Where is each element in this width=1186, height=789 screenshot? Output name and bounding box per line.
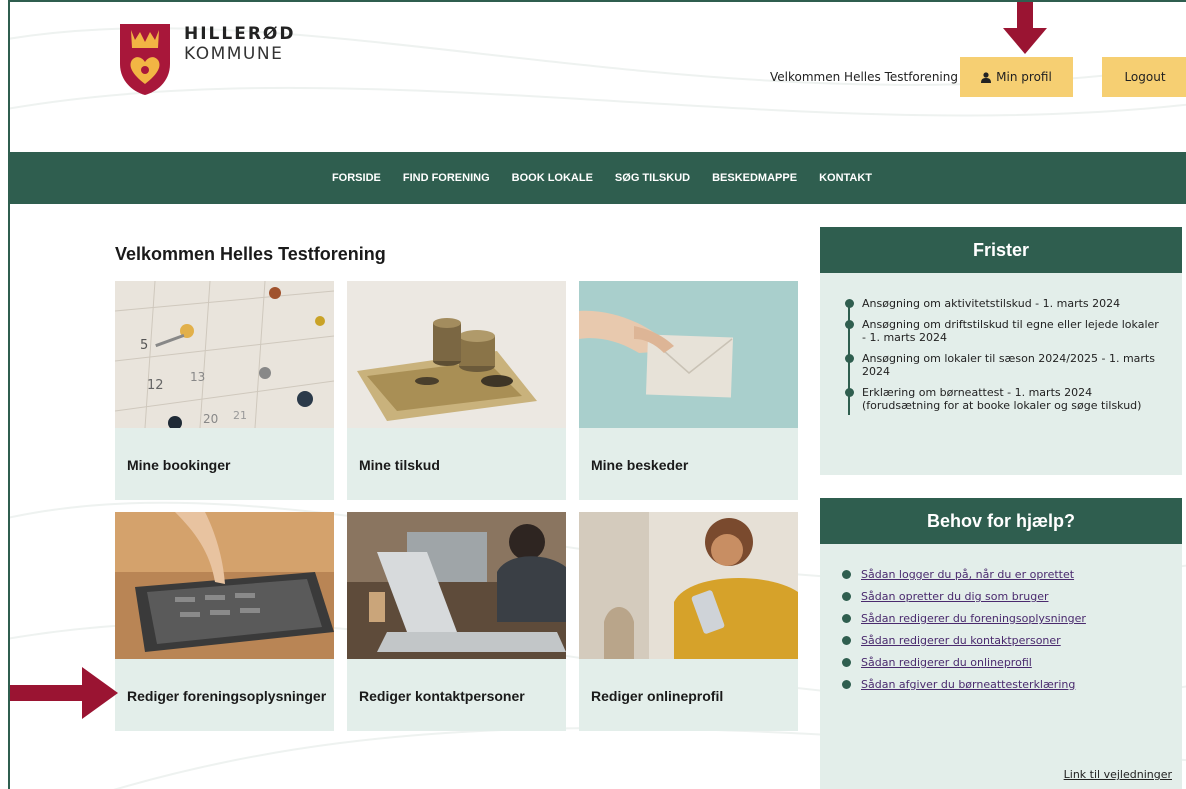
welcome-greeting: Velkommen Helles Testforening [770, 70, 958, 84]
calendar-pins-image: 5 12 13 20 21 [115, 281, 334, 428]
help-link-edit-contacts[interactable]: Sådan redigerer du kontaktpersoner [861, 634, 1061, 647]
help-list-item: Sådan redigerer du onlineprofil [842, 656, 1166, 669]
tile-label: Mine bookinger [127, 457, 231, 473]
crown-heart-shield-icon [120, 24, 170, 95]
bullet-icon [842, 636, 851, 645]
deadline-text: Erklæring om børneattest - 1. marts 2024… [862, 386, 1142, 412]
user-icon [981, 71, 992, 83]
svg-text:12: 12 [147, 378, 164, 393]
help-list-item: Sådan logger du på, når du er oprettet [842, 568, 1166, 581]
nav-item-soeg-tilskud[interactable]: SØG TILSKUD [604, 172, 701, 184]
nav-item-book-lokale[interactable]: BOOK LOKALE [501, 172, 604, 184]
help-list-item: Sådan redigerer du foreningsoplysninger [842, 612, 1166, 625]
help-link-child-certificate[interactable]: Sådan afgiver du børneattesterklæring [861, 678, 1075, 691]
help-list-item: Sådan opretter du dig som bruger [842, 590, 1166, 603]
help-links-list: Sådan logger du på, når du er oprettet S… [820, 544, 1182, 691]
help-link-edit-online-profile[interactable]: Sådan redigerer du onlineprofil [861, 656, 1032, 669]
help-link-login[interactable]: Sådan logger du på, når du er oprettet [861, 568, 1074, 581]
help-list-item: Sådan afgiver du børneattesterklæring [842, 678, 1166, 691]
hillerod-logo[interactable]: HILLERØD KOMMUNE [118, 22, 298, 98]
deadline-item: Ansøgning om lokaler til sæson 2024/2025… [845, 352, 1166, 378]
bullet-icon [842, 658, 851, 667]
coins-image [347, 281, 566, 428]
page-frame: HILLERØD KOMMUNE Velkommen Helles Testfo… [8, 0, 1186, 789]
logout-button[interactable]: Logout [1102, 57, 1186, 97]
timeline-dot-icon [845, 299, 854, 308]
deadline-item: Ansøgning om driftstilskud til egne elle… [845, 318, 1166, 344]
help-list-item: Sådan redigerer du kontaktpersoner [842, 634, 1166, 647]
arrow-right-indicator-icon [10, 667, 118, 719]
nav-item-find-forening[interactable]: FIND FORENING [392, 172, 501, 184]
tile-label: Mine tilskud [359, 457, 440, 473]
tile-mine-bookinger[interactable]: 5 12 13 20 21 Mine bookinger [115, 281, 334, 500]
my-profile-button[interactable]: Min profil [960, 57, 1073, 97]
deadlines-header: Frister [820, 227, 1182, 273]
tile-rediger-onlineprofil[interactable]: Rediger onlineprofil [579, 512, 798, 731]
tile-label: Mine beskeder [591, 457, 689, 473]
guides-link[interactable]: Link til vejledninger [1064, 768, 1172, 781]
my-profile-label: Min profil [996, 70, 1052, 84]
svg-text:20: 20 [203, 412, 218, 426]
timeline-dot-icon [845, 388, 854, 397]
deadline-text: Ansøgning om lokaler til sæson 2024/2025… [862, 352, 1155, 378]
laptop-image [347, 512, 566, 659]
envelope-image [579, 281, 798, 428]
page-title: Velkommen Helles Testforening [115, 244, 386, 264]
deadline-item: Erklæring om børneattest - 1. marts 2024… [845, 386, 1166, 412]
phone-person-image [579, 512, 798, 659]
main-navigation: FORSIDE FIND FORENING BOOK LOKALE SØG TI… [10, 152, 1186, 204]
bullet-icon [842, 680, 851, 689]
deadline-text: Ansøgning om aktivitetstilskud - 1. mart… [862, 297, 1121, 310]
logo-text-line2: KOMMUNE [184, 44, 284, 64]
logo-text-line1: HILLERØD [184, 24, 296, 44]
svg-text:5: 5 [140, 338, 148, 353]
help-header: Behov for hjælp? [820, 498, 1182, 544]
deadlines-list: Ansøgning om aktivitetstilskud - 1. mart… [820, 273, 1182, 415]
bullet-icon [842, 614, 851, 623]
help-link-create-user[interactable]: Sådan opretter du dig som bruger [861, 590, 1048, 603]
bullet-icon [842, 592, 851, 601]
help-link-edit-association[interactable]: Sådan redigerer du foreningsoplysninger [861, 612, 1086, 625]
arrow-down-indicator-icon [1003, 2, 1047, 54]
deadline-text: Ansøgning om driftstilskud til egne elle… [862, 318, 1159, 344]
tile-mine-beskeder[interactable]: Mine beskeder [579, 281, 798, 500]
deadline-item: Ansøgning om aktivitetstilskud - 1. mart… [845, 297, 1166, 310]
nav-item-kontakt[interactable]: KONTAKT [808, 172, 883, 184]
svg-text:21: 21 [233, 409, 247, 422]
tile-rediger-foreningsoplysninger[interactable]: Rediger foreningsoplysninger [115, 512, 334, 731]
nav-item-forside[interactable]: FORSIDE [321, 172, 392, 184]
timeline-dot-icon [845, 320, 854, 329]
tile-label: Rediger foreningsoplysninger [127, 688, 327, 704]
svg-text:13: 13 [190, 370, 205, 384]
help-panel: Behov for hjælp? Sådan logger du på, når… [820, 498, 1182, 789]
tile-mine-tilskud[interactable]: Mine tilskud [347, 281, 566, 500]
tile-rediger-kontaktpersoner[interactable]: Rediger kontaktpersoner [347, 512, 566, 731]
timeline-dot-icon [845, 354, 854, 363]
bullet-icon [842, 570, 851, 579]
tablet-image [115, 512, 334, 659]
tile-label: Rediger kontaktpersoner [359, 688, 525, 704]
tile-label: Rediger onlineprofil [591, 688, 724, 704]
nav-item-beskedmappe[interactable]: BESKEDMAPPE [701, 172, 808, 184]
deadlines-panel: Frister Ansøgning om aktivitetstilskud -… [820, 227, 1182, 475]
